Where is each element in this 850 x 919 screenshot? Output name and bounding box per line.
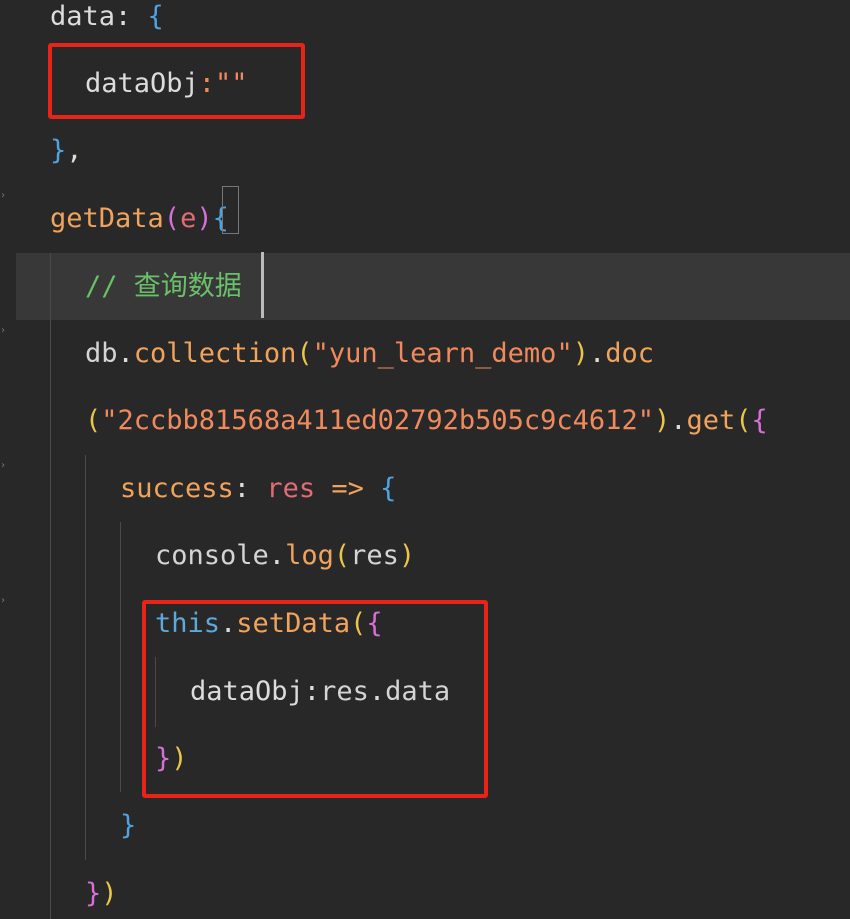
code-token: ) xyxy=(572,338,589,369)
code-token: getData xyxy=(50,203,164,234)
code-token: res xyxy=(266,473,316,504)
code-token: } xyxy=(120,810,137,841)
code-token: : xyxy=(115,1,148,32)
code-token: . xyxy=(588,338,606,369)
code-line-comment[interactable]: // 查询数据 xyxy=(85,253,242,320)
code-token: ( xyxy=(296,338,313,369)
fold-chevron-icon[interactable]: › xyxy=(0,595,8,607)
code-token: ( xyxy=(333,540,351,571)
code-token: res xyxy=(350,540,399,571)
code-token: { xyxy=(147,1,164,32)
bracket-match-box xyxy=(222,186,239,234)
code-token: get xyxy=(686,405,736,436)
code-token: { xyxy=(751,405,768,436)
code-token: { xyxy=(380,473,397,504)
indent-guide xyxy=(50,253,51,919)
code-token: success xyxy=(120,473,234,504)
code-line-doc-get[interactable]: ("2ccbb81568a411ed02792b505c9c4612").get… xyxy=(85,387,768,454)
code-token: "yun_learn_demo" xyxy=(312,338,573,369)
code-line-collection[interactable]: db.collection("yun_learn_demo").doc xyxy=(85,320,654,387)
code-token: , xyxy=(66,135,83,166)
fold-chevron-icon[interactable]: › xyxy=(0,190,8,202)
indent-guide xyxy=(85,455,86,860)
code-token: collection xyxy=(133,338,297,369)
code-token: } xyxy=(85,878,102,909)
code-token: ( xyxy=(735,405,752,436)
text-cursor xyxy=(261,252,264,318)
code-token: console xyxy=(155,540,269,571)
code-token: db xyxy=(85,338,118,369)
code-token: } xyxy=(50,135,67,166)
indent-guide xyxy=(120,522,121,792)
fold-chevron-icon[interactable]: › xyxy=(0,325,8,337)
code-token: data xyxy=(50,1,116,32)
code-line-close-data[interactable]: }, xyxy=(50,117,83,184)
code-token: doc xyxy=(605,338,655,369)
code-token: "2ccbb81568a411ed02792b505c9c4612" xyxy=(101,405,654,436)
code-token: . xyxy=(268,540,286,571)
code-line-getdata[interactable]: getData(e){ xyxy=(50,185,229,252)
code-token: ) xyxy=(398,540,416,571)
code-token: ( xyxy=(85,405,102,436)
code-token: : xyxy=(233,473,267,504)
code-line-console-log[interactable]: console.log(res) xyxy=(155,522,415,589)
code-token: ( xyxy=(163,203,181,234)
code-token: e xyxy=(180,203,197,234)
highlight-box-dataobj xyxy=(48,43,305,119)
code-token: ) xyxy=(196,203,213,234)
code-token: . xyxy=(670,405,687,436)
code-token: ) xyxy=(653,405,671,436)
code-token: // 查询数据 xyxy=(85,271,242,302)
code-token: log xyxy=(285,540,334,571)
fold-chevron-icon[interactable]: › xyxy=(0,460,8,472)
code-line-close-get[interactable]: }) xyxy=(85,860,118,919)
highlight-box-setdata xyxy=(142,600,488,798)
code-line-success[interactable]: success: res => { xyxy=(120,455,396,522)
code-token: ) xyxy=(101,878,118,909)
code-token: => xyxy=(315,473,381,504)
code-token: . xyxy=(117,338,134,369)
code-line-close-success[interactable]: } xyxy=(120,792,136,859)
